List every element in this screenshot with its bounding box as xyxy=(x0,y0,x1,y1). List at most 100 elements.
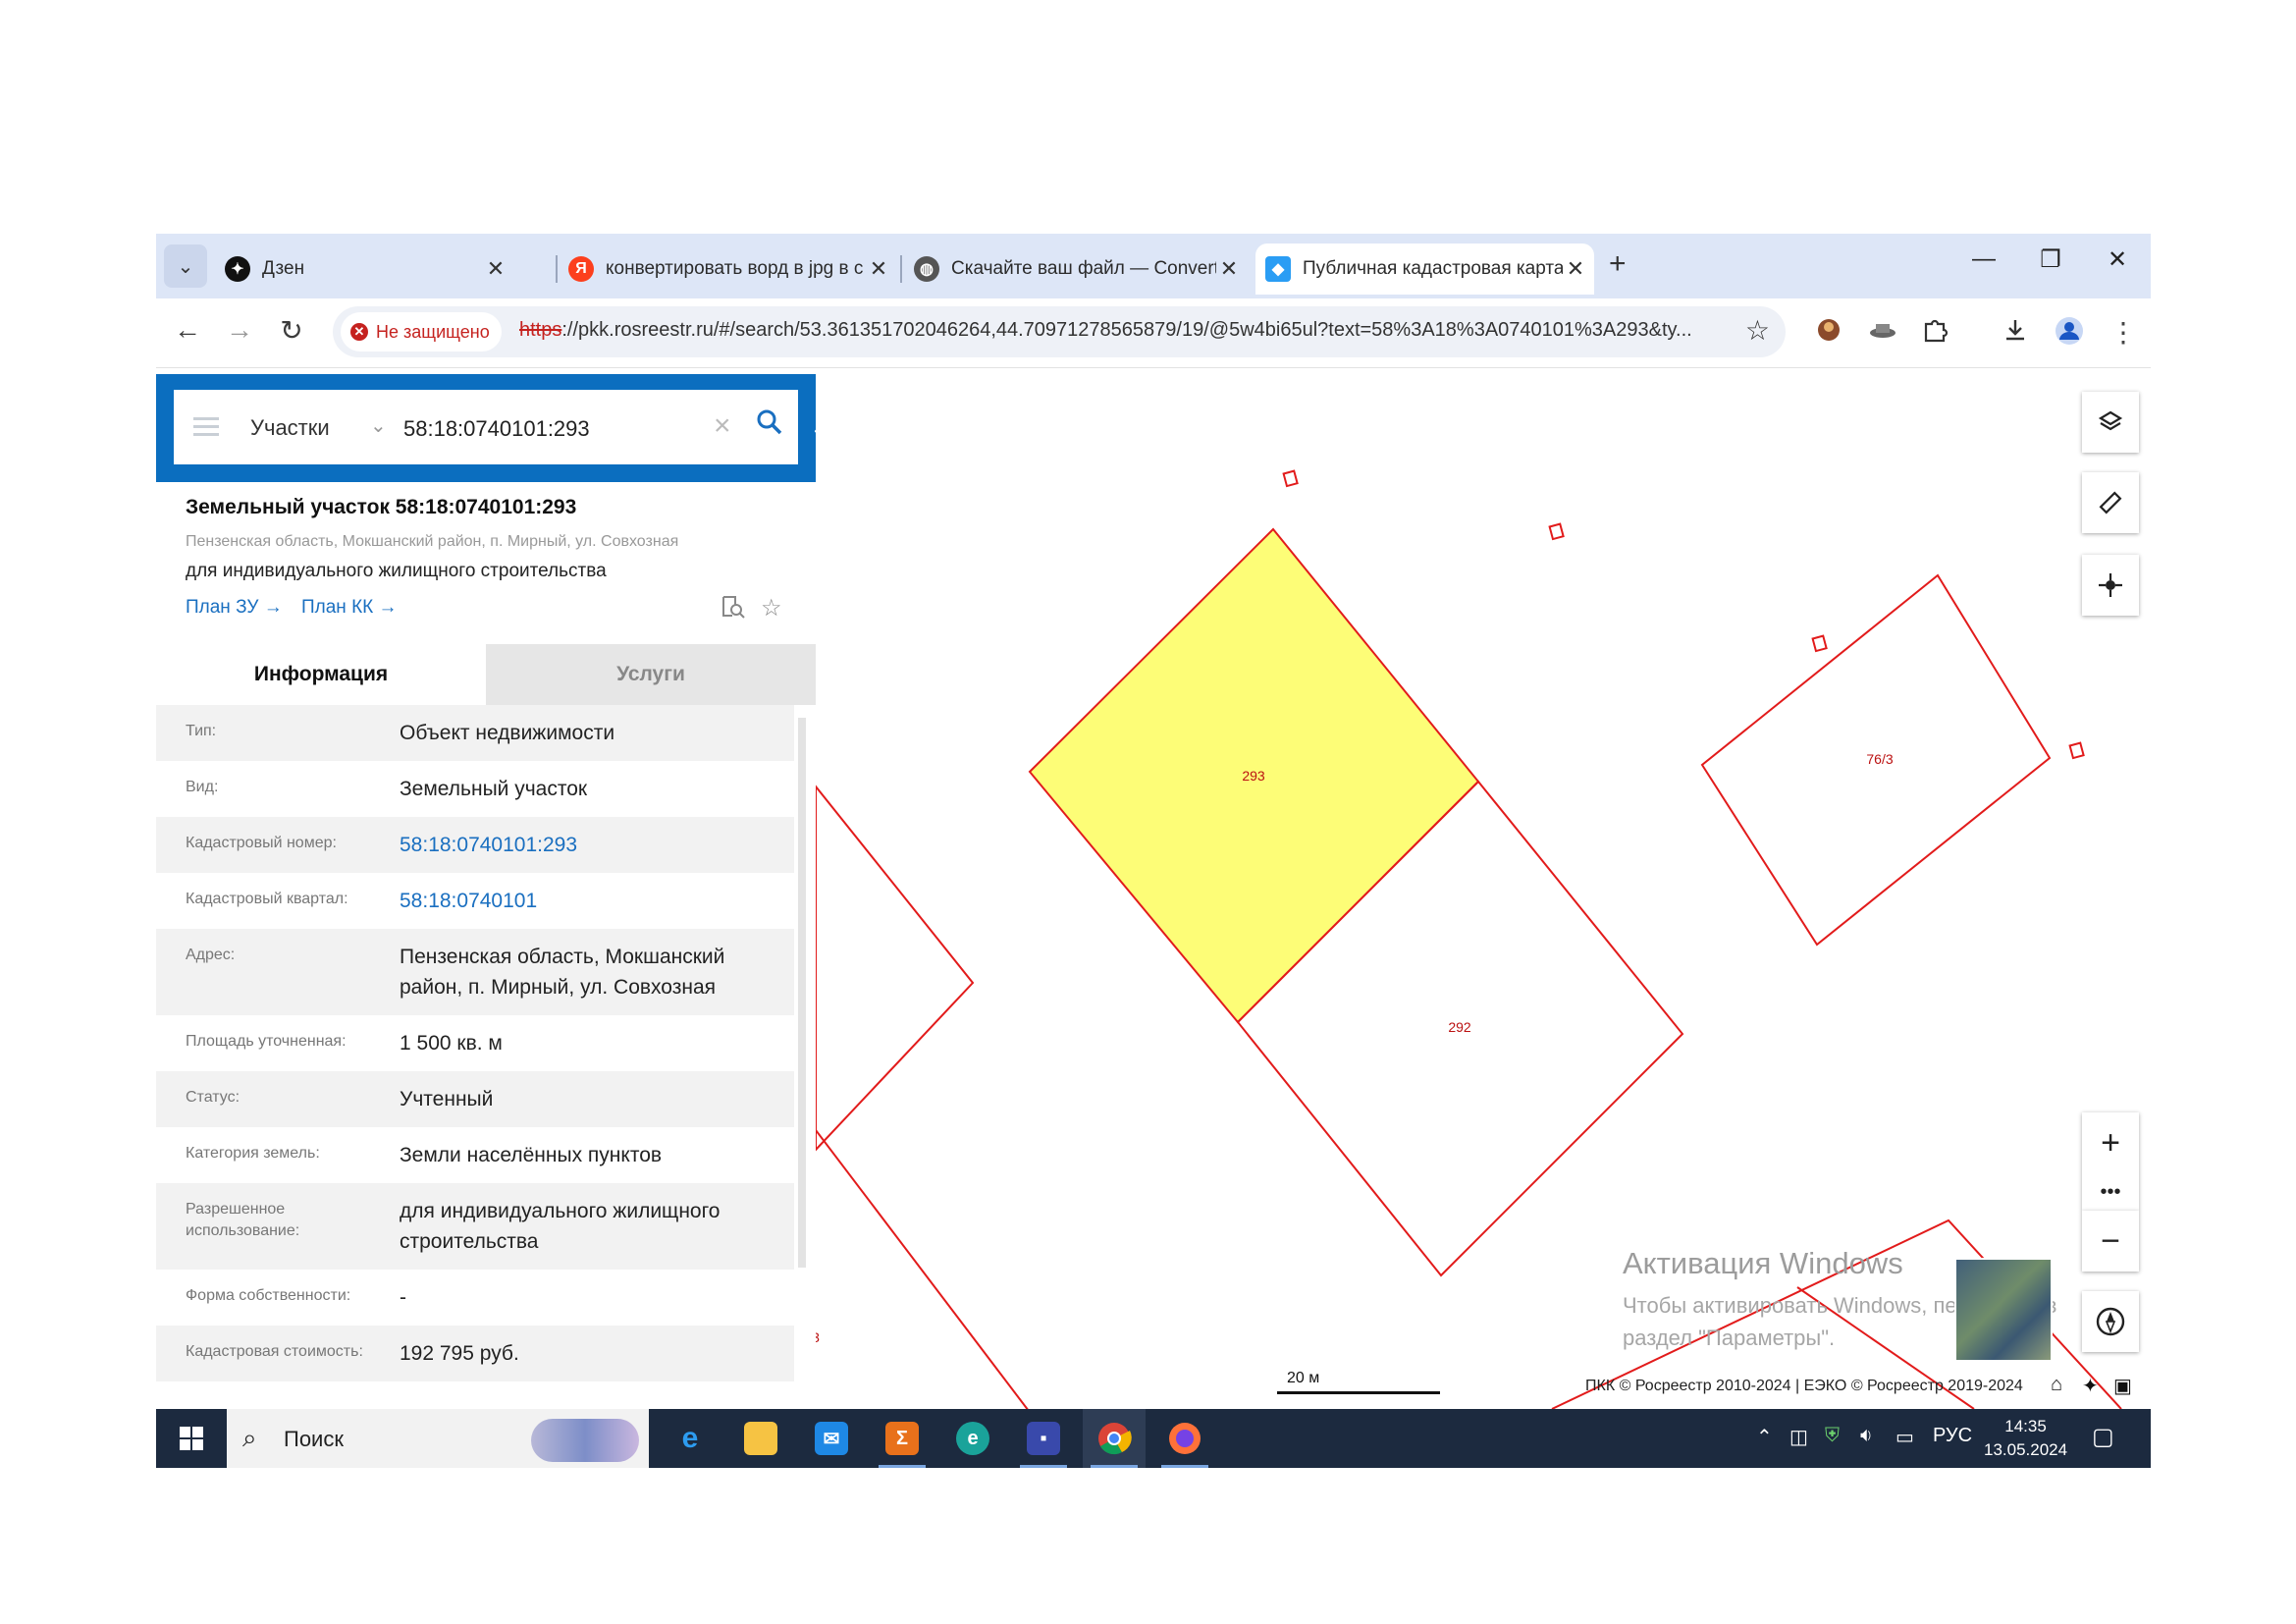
yandex-icon: Я xyxy=(568,256,594,282)
search-highlight-image xyxy=(531,1419,639,1462)
taskbar-chrome[interactable] xyxy=(1083,1409,1146,1468)
address-bar[interactable]: ✕ Не защищено https://pkk.rosreestr.ru/#… xyxy=(333,306,1786,357)
notifications-icon[interactable]: ▢ xyxy=(2092,1423,2114,1451)
map-canvas[interactable]: 293 292 76/3 3 xyxy=(816,374,2151,1409)
hamburger-icon[interactable] xyxy=(193,417,219,441)
antivirus-shield-icon[interactable]: ⛨ xyxy=(1825,1425,1840,1447)
zoom-in-button[interactable]: + xyxy=(2101,1126,2120,1160)
compass-button[interactable] xyxy=(2082,1291,2139,1352)
row-key: Статус: xyxy=(186,1089,240,1106)
security-chip[interactable]: ✕ Не защищено xyxy=(341,312,502,352)
locate-button[interactable] xyxy=(2082,555,2139,616)
document-search-icon[interactable] xyxy=(720,594,745,626)
download-icon[interactable] xyxy=(2002,316,2029,351)
close-icon[interactable]: ✕ xyxy=(483,256,508,282)
panel-tabs: Информация Услуги xyxy=(156,644,816,705)
satellite-basemap-thumbnail[interactable] xyxy=(1954,1258,2053,1362)
search-type-select[interactable]: Участки xyxy=(250,415,330,441)
table-row: Кадастровый номер: 58:18:0740101:293 xyxy=(156,817,794,873)
start-button[interactable] xyxy=(156,1409,227,1468)
close-icon[interactable]: ✕ xyxy=(866,256,891,282)
home-icon[interactable]: ⌂ xyxy=(2051,1374,2062,1396)
search-icon[interactable] xyxy=(755,407,784,442)
window-icon[interactable]: ▣ xyxy=(2113,1374,2132,1398)
chevron-down-icon[interactable]: ⌄ xyxy=(370,413,387,438)
volume-icon[interactable]: 🔉︎ xyxy=(1860,1425,1873,1447)
info-panel: Земельный участок 58:18:0740101:293 Пенз… xyxy=(156,482,817,1468)
extension-hat-icon[interactable] xyxy=(1868,316,1897,351)
clear-icon[interactable]: × xyxy=(714,409,731,443)
cadastral-quarter-link[interactable]: 58:18:0740101 xyxy=(400,886,537,916)
network-icon[interactable]: ▭ xyxy=(1896,1425,1914,1449)
row-key: Кадастровая стоимость: xyxy=(186,1343,363,1360)
parcel-label-edge: 3 xyxy=(816,1329,820,1345)
panel-scrollbar[interactable] xyxy=(798,718,806,1268)
layers-button[interactable] xyxy=(2082,392,2139,453)
plan-kk-link[interactable]: План КК → xyxy=(301,597,398,619)
favorite-star-icon[interactable]: ☆ xyxy=(761,594,782,623)
minimize-button[interactable]: — xyxy=(1962,245,2005,273)
row-value: Объект недвижимости xyxy=(400,722,615,744)
taskbar-explorer[interactable] xyxy=(729,1409,792,1468)
reload-button[interactable]: ↻ xyxy=(272,314,311,347)
plan-zu-link[interactable]: План ЗУ → xyxy=(186,597,283,619)
taskbar-save-app[interactable]: ▪ xyxy=(1012,1409,1075,1468)
chevron-up-icon[interactable]: ⌃ xyxy=(1756,1425,1773,1449)
close-icon[interactable]: ✕ xyxy=(1216,256,1242,282)
table-row: Площадь уточненная: 1 500 кв. м xyxy=(156,1015,794,1071)
close-window-button[interactable]: ✕ xyxy=(2096,245,2139,274)
language-indicator[interactable]: РУС xyxy=(1933,1425,1972,1447)
running-indicator xyxy=(1020,1465,1067,1468)
tab-yandex[interactable]: Я конвертировать ворд в jpg в с ✕ xyxy=(559,244,897,295)
bookmark-star-icon[interactable]: ☆ xyxy=(1745,314,1770,347)
taskbar-search[interactable]: ⌕ Поиск xyxy=(227,1409,649,1468)
taskbar-firefox[interactable] xyxy=(1153,1409,1216,1468)
tab-dzen[interactable]: ✦ Дзен ✕ xyxy=(215,244,514,295)
meet-now-icon[interactable]: ◫ xyxy=(1789,1425,1808,1449)
tab-pkk[interactable]: ◆ Публичная кадастровая карта ✕ xyxy=(1255,244,1594,295)
tab-search-button[interactable]: ⌄ xyxy=(164,244,207,288)
new-tab-button[interactable]: + xyxy=(1609,247,1627,281)
restore-icon: ❐ xyxy=(2040,246,2061,273)
search-input[interactable]: 58:18:0740101:293 xyxy=(403,416,590,442)
zoom-out-button[interactable]: − xyxy=(2082,1211,2139,1272)
cadastral-number-link[interactable]: 58:18:0740101:293 xyxy=(400,830,577,860)
reload-icon: ↻ xyxy=(280,315,303,346)
tab-information[interactable]: Информация xyxy=(156,644,486,705)
sigma-icon: Σ xyxy=(885,1422,919,1455)
taskbar-mail[interactable]: ✉ xyxy=(800,1409,863,1468)
system-clock[interactable]: 14:35 13.05.2024 xyxy=(1984,1415,2067,1462)
tab-services[interactable]: Услуги xyxy=(486,644,816,705)
target-icon[interactable]: ✦ xyxy=(2082,1374,2099,1398)
taskbar-sigma-app[interactable]: Σ xyxy=(871,1409,934,1468)
tab-convert[interactable]: ◍ Скачайте ваш файл — Convert ✕ xyxy=(904,244,1248,295)
close-icon[interactable]: ✕ xyxy=(1563,256,1588,282)
forward-button[interactable]: → xyxy=(220,314,259,346)
parcel-left-lower xyxy=(816,1129,1029,1409)
parcel-left xyxy=(816,785,975,1152)
row-value: - xyxy=(400,1286,406,1309)
row-key: Кадастровый квартал: xyxy=(186,891,348,907)
scale-bar xyxy=(1277,1391,1440,1394)
running-indicator xyxy=(1091,1465,1138,1468)
menu-dots-icon[interactable]: ⋮ xyxy=(2109,316,2137,349)
restore-button[interactable]: ❐ xyxy=(2029,245,2072,274)
map-view[interactable]: 293 292 76/3 3 + ••• − Активация Windows… xyxy=(816,374,2151,1409)
table-row: Разрешенное использование: для индивидуа… xyxy=(156,1183,794,1270)
profile-avatar-icon[interactable] xyxy=(2055,316,2084,352)
taskbar-edge[interactable]: e xyxy=(941,1409,1004,1468)
edge-icon: e xyxy=(956,1422,989,1455)
url-rest: ://pkk.rosreestr.ru/#/search/53.36135170… xyxy=(561,319,1692,341)
object-use: для индивидуального жилищного строительс… xyxy=(186,561,607,581)
url-text[interactable]: https://pkk.rosreestr.ru/#/search/53.361… xyxy=(519,319,1736,342)
extension-icon[interactable] xyxy=(1815,316,1842,351)
row-key: Площадь уточненная: xyxy=(186,1033,347,1050)
taskbar-ie[interactable]: e xyxy=(659,1409,721,1468)
extensions-puzzle-icon[interactable] xyxy=(1921,316,1949,351)
more-dots-icon[interactable]: ••• xyxy=(2100,1182,2120,1202)
back-button[interactable]: ← xyxy=(168,314,207,346)
crosshair-icon xyxy=(2099,573,2122,597)
row-key: Тип: xyxy=(186,723,217,739)
measure-button[interactable] xyxy=(2082,472,2139,533)
row-key: Кадастровый номер: xyxy=(186,835,337,851)
